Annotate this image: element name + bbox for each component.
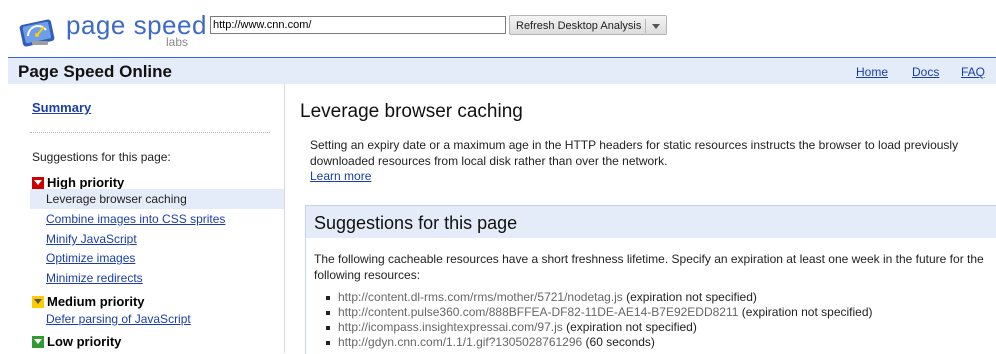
sidebar-border <box>284 84 285 353</box>
sidebar: Summary Suggestions for this page: High … <box>0 84 285 353</box>
resource-note: (expiration not specified) <box>738 305 873 319</box>
logo-subtext: labs <box>166 35 189 49</box>
learn-more-link[interactable]: Learn more <box>310 169 371 183</box>
page-speed-logo[interactable]: page speed labs <box>18 8 208 49</box>
button-separator <box>645 19 646 33</box>
sidebar-item-minimize-redirects[interactable]: Minimize redirects <box>46 271 143 285</box>
suggestions-text: The following cacheable resources have a… <box>314 252 984 282</box>
suggestions-heading: Suggestions for this page: <box>32 150 171 164</box>
resource-url: http://gdyn.cnn.com/1.1/1.gif?1305028761… <box>338 335 583 349</box>
green-caret-icon <box>32 335 44 348</box>
page-title: Page Speed Online <box>18 62 172 81</box>
list-item: http://content.pulse360.com/888BFFEA-DF8… <box>326 305 873 320</box>
high-priority-label: High priority <box>47 175 125 190</box>
suggestions-title: Suggestions for this page <box>314 213 518 233</box>
resource-url: http://content.dl-rms.com/rms/mother/572… <box>338 290 623 304</box>
resource-note: (expiration not specified) <box>622 290 757 304</box>
rule-title: Leverage browser caching <box>300 101 523 122</box>
resource-url: http://icompass.insightexpressai.com/97.… <box>338 320 563 334</box>
nav-link-home[interactable]: Home <box>856 65 888 79</box>
low-priority-group: Low priority <box>32 334 121 349</box>
red-caret-icon <box>32 176 44 189</box>
refresh-analysis-button[interactable]: Refresh Desktop Analysis <box>509 15 667 35</box>
top-header: page speed labs Refresh Desktop Analysis <box>0 0 996 56</box>
resource-url: http://content.pulse360.com/888BFFEA-DF8… <box>338 305 739 319</box>
sidebar-item-optimize-images[interactable]: Optimize images <box>46 251 135 265</box>
title-bar: Page Speed Online Home Docs FAQ <box>8 57 996 84</box>
nav-link-faq[interactable]: FAQ <box>961 65 985 79</box>
list-item: http://gdyn.cnn.com/1.1/1.gif?1305028761… <box>326 335 873 350</box>
resource-note: (expiration not specified) <box>562 320 697 334</box>
suggestions-panel: Suggestions for this page The following … <box>305 205 996 354</box>
nav-link-docs[interactable]: Docs <box>912 65 939 79</box>
yellow-caret-icon <box>32 295 44 308</box>
medium-priority-label: Medium priority <box>47 294 145 309</box>
resource-note: (60 seconds) <box>582 335 655 349</box>
sidebar-divider <box>30 132 270 133</box>
high-priority-group: High priority <box>32 175 124 190</box>
medium-priority-group: Medium priority <box>32 294 145 309</box>
rule-description: Setting an expiry date or a maximum age … <box>310 138 959 168</box>
suggestions-header: Suggestions for this page <box>306 206 996 238</box>
sidebar-item-minify-javascript[interactable]: Minify JavaScript <box>46 232 137 246</box>
sidebar-item-combine-images[interactable]: Combine images into CSS sprites <box>46 212 225 226</box>
sidebar-item-leverage-browser-caching[interactable]: Leverage browser caching <box>30 189 285 209</box>
list-item: http://icompass.insightexpressai.com/97.… <box>326 320 873 335</box>
summary-link[interactable]: Summary <box>32 100 91 115</box>
sidebar-item-defer-parsing[interactable]: Defer parsing of JavaScript <box>46 312 191 326</box>
list-item: http://content.dl-rms.com/rms/mother/572… <box>326 290 873 305</box>
url-input[interactable] <box>210 16 506 34</box>
chevron-down-icon[interactable] <box>652 24 660 29</box>
resource-list: http://content.dl-rms.com/rms/mother/572… <box>326 290 873 350</box>
speedometer-icon <box>19 19 55 47</box>
low-priority-label: Low priority <box>47 334 122 349</box>
refresh-analysis-label: Refresh Desktop Analysis <box>516 20 642 32</box>
